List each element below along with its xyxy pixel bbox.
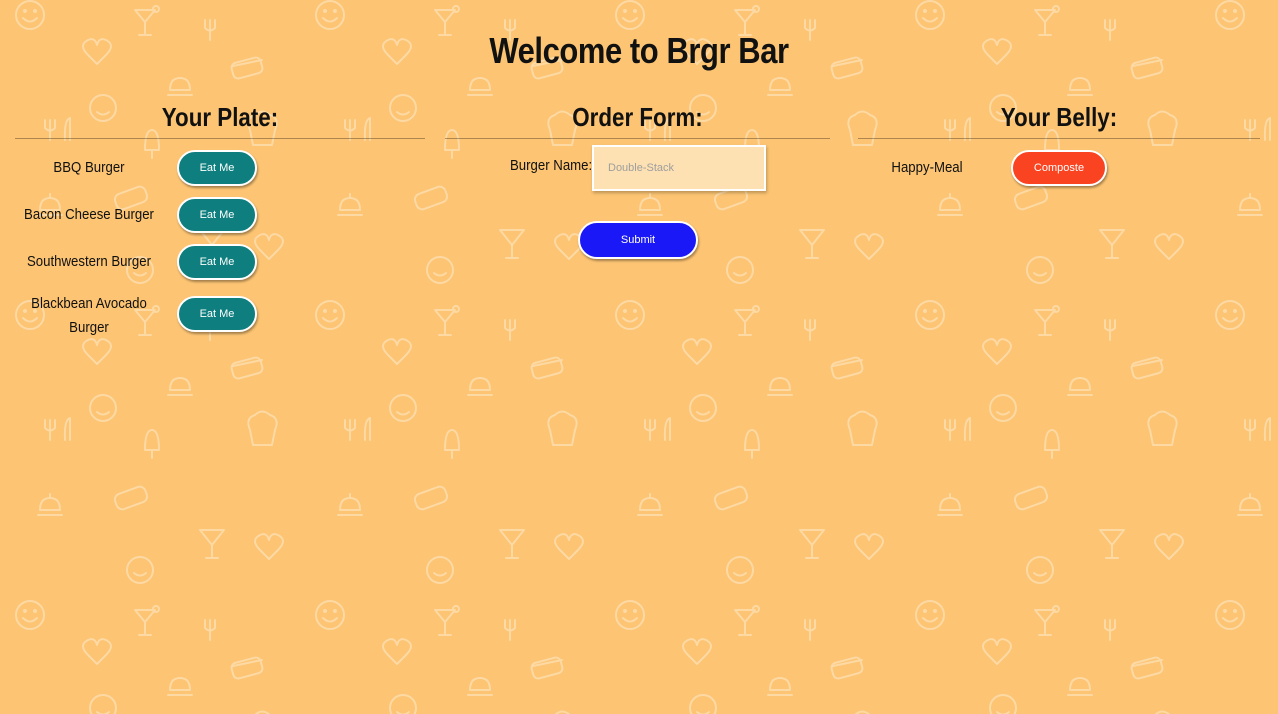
burger-name-label: Burger Name: — [510, 157, 593, 174]
order-form-heading: Order Form: — [572, 102, 703, 132]
burger-name: Bacon Cheese Burger — [24, 206, 154, 223]
burger-name: BBQ Burger — [53, 159, 125, 176]
belly-heading: Your Belly: — [1000, 102, 1118, 132]
page-title: Welcome to Brgr Bar — [489, 30, 789, 71]
submit-button[interactable]: Submit — [578, 221, 698, 259]
plate-heading: Your Plate: — [161, 102, 279, 132]
eat-me-button[interactable]: Eat Me — [177, 197, 257, 233]
burger-name: Southwestern Burger — [26, 253, 151, 270]
belly-divider — [858, 138, 1260, 139]
burger-name: Happy-Meal — [891, 159, 963, 176]
belly-column: Your Belly: Happy-Meal Composte — [858, 100, 1260, 186]
eat-me-button[interactable]: Eat Me — [177, 244, 257, 280]
order-form-column: Order Form: Burger Name: Submit — [445, 100, 830, 259]
eat-me-button[interactable]: Eat Me — [177, 150, 257, 186]
plate-column: Your Plate: BBQ Burger Eat Me Bacon Chee… — [15, 100, 425, 336]
order-form-divider — [445, 138, 830, 139]
burger-name: Blackbean Avocado Burger — [31, 295, 147, 336]
compost-button[interactable]: Composte — [1011, 150, 1107, 186]
eat-me-button[interactable]: Eat Me — [177, 296, 257, 332]
plate-divider — [15, 138, 425, 139]
burger-name-input[interactable] — [592, 145, 766, 191]
